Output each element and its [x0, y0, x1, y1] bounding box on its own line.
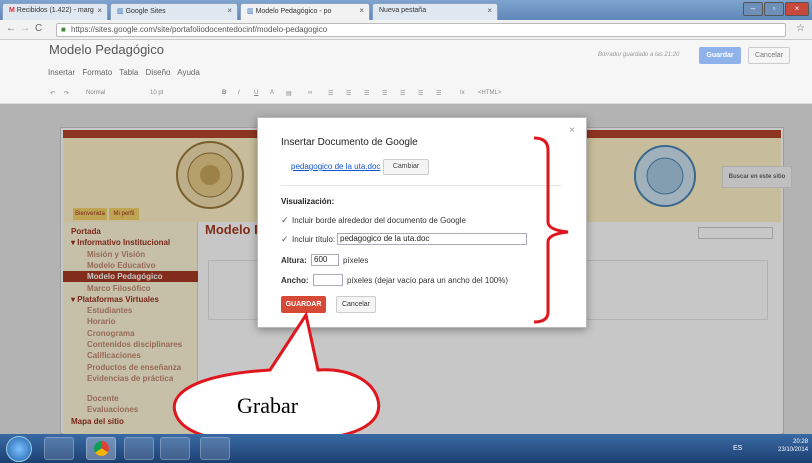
annotation-bracket: [533, 136, 569, 324]
callout-text: Grabar: [237, 393, 299, 418]
taskbar-excel-icon[interactable]: [124, 437, 154, 460]
taskbar-chrome-icon[interactable]: [86, 437, 116, 460]
annotation-layer: [172, 136, 569, 445]
taskbar-clock[interactable]: 20:28 23/10/2014: [778, 438, 808, 454]
chrome-icon: [94, 441, 109, 456]
taskbar-media-icon[interactable]: [44, 437, 74, 460]
clock-time: 20:28: [793, 439, 809, 445]
clock-date: 23/10/2014: [778, 447, 809, 453]
taskbar-folder-icon[interactable]: [200, 437, 230, 460]
taskbar-word-icon[interactable]: [160, 437, 190, 460]
language-indicator[interactable]: ES: [733, 445, 742, 452]
windows-taskbar: [0, 434, 812, 463]
annotation-callout-bubble: [172, 311, 381, 445]
start-button-icon[interactable]: [6, 436, 32, 462]
